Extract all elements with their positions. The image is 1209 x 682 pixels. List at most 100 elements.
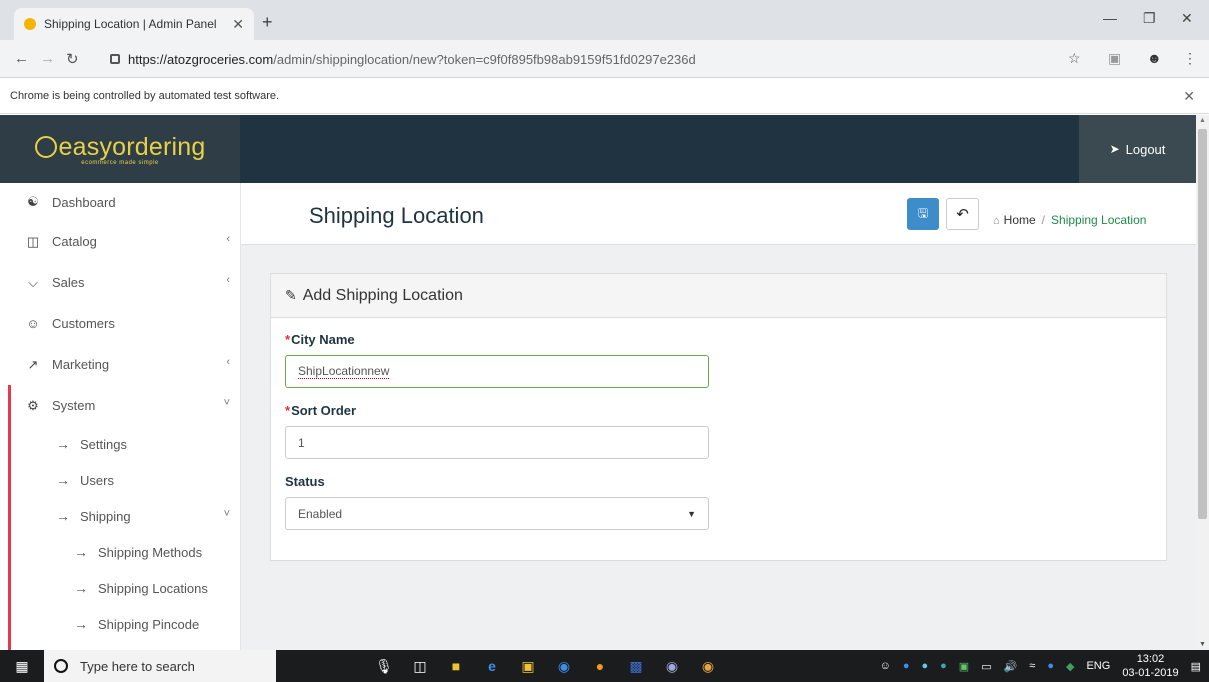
sidebar-item-label: Dashboard <box>52 194 116 210</box>
bluetooth-icon[interactable]: ● <box>1047 660 1054 672</box>
sidebar-item-users[interactable]: → Users <box>0 462 240 498</box>
page-title: Shipping Location <box>309 203 484 228</box>
page-header: Shipping Location 🖫 ↶ ⌂ Home / Shipping Loc… <box>241 183 1196 245</box>
sidebar-item-label: Sales <box>52 275 85 290</box>
restore-icon[interactable]: ❐ <box>1143 10 1156 27</box>
floppy-disk-icon: 🖫 <box>917 205 929 220</box>
city-name-value: ShipLocationnew <box>298 364 390 379</box>
edge-icon[interactable]: e <box>474 650 510 682</box>
lock-icon <box>110 54 120 64</box>
battery-icon[interactable]: ▭ <box>981 660 991 673</box>
back-arrow-icon[interactable]: ← <box>14 50 29 67</box>
window-close-icon[interactable]: ✕ <box>1181 10 1193 27</box>
tray-app-icon[interactable]: ▣ <box>959 660 969 673</box>
task-view-icon[interactable]: ◫ <box>402 650 438 682</box>
new-tab-button[interactable]: + <box>262 12 273 33</box>
logout-label: Logout <box>1125 141 1166 157</box>
sidebar-item-settings[interactable]: → Settings <box>0 426 240 462</box>
app-header: easyordering ecommerce made simple ➤ Log… <box>0 115 1196 183</box>
scroll-down-icon[interactable]: ▼ <box>1199 641 1206 648</box>
required-marker: * <box>285 403 291 418</box>
windows-taskbar: ▦ Type here to search 🎙 ◫ ■ e ▣ ◉ ● ▩ ◉ … <box>0 650 1209 682</box>
reload-icon[interactable]: ↻ <box>66 50 79 68</box>
panel-title: Add Shipping Location <box>302 286 463 304</box>
system-tray: ☺ ● ● ● ▣ ▭ 🔊 ≈ ● ◆ ENG 13:02 03-01-2019… <box>880 650 1201 682</box>
app-icon[interactable]: ◉ <box>654 650 690 682</box>
status-select[interactable]: Enabled ▼ <box>285 497 709 530</box>
tab-close-icon[interactable]: ✕ <box>232 16 244 33</box>
clock[interactable]: 13:02 03-01-2019 <box>1122 652 1178 680</box>
chevron-down-icon: ˅ <box>223 508 230 520</box>
chat-icon[interactable]: ◉ <box>546 650 582 682</box>
chevron-down-icon: ˅ <box>223 397 230 409</box>
sidebar-item-catalog[interactable]: ◫ Catalog ‹ <box>0 221 240 262</box>
store-icon[interactable]: ▣ <box>510 650 546 682</box>
forward-arrow-icon[interactable]: → <box>40 50 55 67</box>
browser-tab-strip: Shipping Location | Admin Panel ✕ + — ❐ … <box>0 0 1209 40</box>
city-name-label: *City Name <box>285 332 1152 347</box>
taskbar-search-box[interactable]: Type here to search <box>44 650 276 682</box>
infobar-close-icon[interactable]: ✕ <box>1183 88 1195 105</box>
sidebar-item-marketing[interactable]: ↗ Marketing ‹ <box>0 344 240 385</box>
profile-icon[interactable]: ☻ <box>1147 50 1162 66</box>
windows-start-icon[interactable]: ▦ <box>0 650 44 682</box>
sidebar-item-label: Shipping Methods <box>98 544 203 560</box>
breadcrumb-current-link[interactable]: Shipping Location <box>1051 213 1146 227</box>
page-scrollbar[interactable]: ▲ ▼ <box>1196 115 1209 650</box>
scroll-up-icon[interactable]: ▲ <box>1199 117 1206 124</box>
tray-app-icon[interactable]: ● <box>903 660 910 672</box>
menu-icon[interactable]: ⋮ <box>1183 50 1197 67</box>
firefox-icon[interactable]: ● <box>582 650 618 682</box>
sidebar-item-shipping-methods[interactable]: → Shipping Methods <box>0 534 240 570</box>
shield-icon[interactable]: ◆ <box>1066 660 1074 673</box>
status-group: Status Enabled ▼ <box>285 474 1152 530</box>
sidebar-item-customers[interactable]: ☺ Customers <box>0 303 240 344</box>
share-icon: ↗ <box>27 356 39 372</box>
sign-out-icon: ➤ <box>1109 142 1120 156</box>
status-label: Status <box>285 474 325 489</box>
minimize-icon[interactable]: — <box>1103 10 1117 26</box>
cortana-icon <box>54 659 68 673</box>
arrow-right-icon: → <box>56 436 70 452</box>
sidebar-item-system[interactable]: ⚙ System ˅ <box>0 385 240 426</box>
sidebar-item-shipping-locations[interactable]: → Shipping Locations <box>0 570 240 606</box>
logout-button[interactable]: ➤ Logout <box>1079 115 1196 183</box>
arrow-right-icon: → <box>74 616 88 632</box>
logo-block[interactable]: easyordering ecommerce made simple <box>0 115 240 183</box>
sidebar-item-label: Catalog <box>52 234 97 249</box>
city-name-input[interactable]: ShipLocationnew <box>285 355 709 388</box>
city-name-group: *City Name ShipLocationnew <box>285 332 1152 388</box>
scrollbar-thumb[interactable] <box>1198 129 1207 519</box>
tray-app-icon[interactable]: ● <box>921 660 928 672</box>
sidebar-item-label: Shipping Locations <box>98 580 208 596</box>
sidebar-system-group: ⚙ System ˅ → Settings → Users → Shipping… <box>0 385 240 650</box>
sidebar-item-label: Shipping Pincode <box>98 616 200 632</box>
sidebar-item-shipping[interactable]: → Shipping ˅ <box>0 498 240 534</box>
file-explorer-icon[interactable]: ■ <box>438 650 474 682</box>
save-button[interactable]: 🖫 <box>907 198 939 230</box>
notification-icon[interactable]: ▤ <box>1191 660 1201 673</box>
sidebar-item-label: System <box>52 398 96 413</box>
extension-icon[interactable]: ▣ <box>1108 50 1121 67</box>
volume-icon[interactable]: 🔊 <box>1004 660 1018 673</box>
sort-order-input[interactable]: 1 <box>285 426 709 459</box>
people-icon[interactable]: ☺ <box>880 660 891 672</box>
wifi-icon[interactable]: ≈ <box>1029 660 1035 672</box>
sidebar-item-shipping-pincode[interactable]: → Shipping Pincode <box>0 606 240 642</box>
microphone-icon[interactable]: 🎙 <box>366 650 402 682</box>
star-icon[interactable]: ☆ <box>1068 50 1081 67</box>
breadcrumb-home-link[interactable]: Home <box>1004 213 1036 227</box>
back-button[interactable]: ↶ <box>946 198 979 230</box>
sidebar-item-dashboard[interactable]: ☯ Dashboard <box>0 183 240 221</box>
chrome-icon[interactable]: ◉ <box>690 650 726 682</box>
url-field[interactable]: https://atozgroceries.com/admin/shipping… <box>110 46 1090 72</box>
language-indicator[interactable]: ENG <box>1086 660 1110 672</box>
browser-tab[interactable]: Shipping Location | Admin Panel ✕ <box>14 8 254 40</box>
sidebar-item-sales[interactable]: ⌵ Sales ‹ <box>0 262 240 303</box>
caret-down-icon: ▼ <box>687 508 696 519</box>
url-path: /admin/shippinglocation/new?token=c9f0f8… <box>273 51 696 67</box>
status-selected-value: Enabled <box>298 506 343 521</box>
word-icon[interactable]: ▩ <box>618 650 654 682</box>
sidebar: ☯ Dashboard ◫ Catalog ‹ ⌵ Sales ‹ ☺ Cust… <box>0 183 241 650</box>
tray-app-icon[interactable]: ● <box>940 660 947 672</box>
